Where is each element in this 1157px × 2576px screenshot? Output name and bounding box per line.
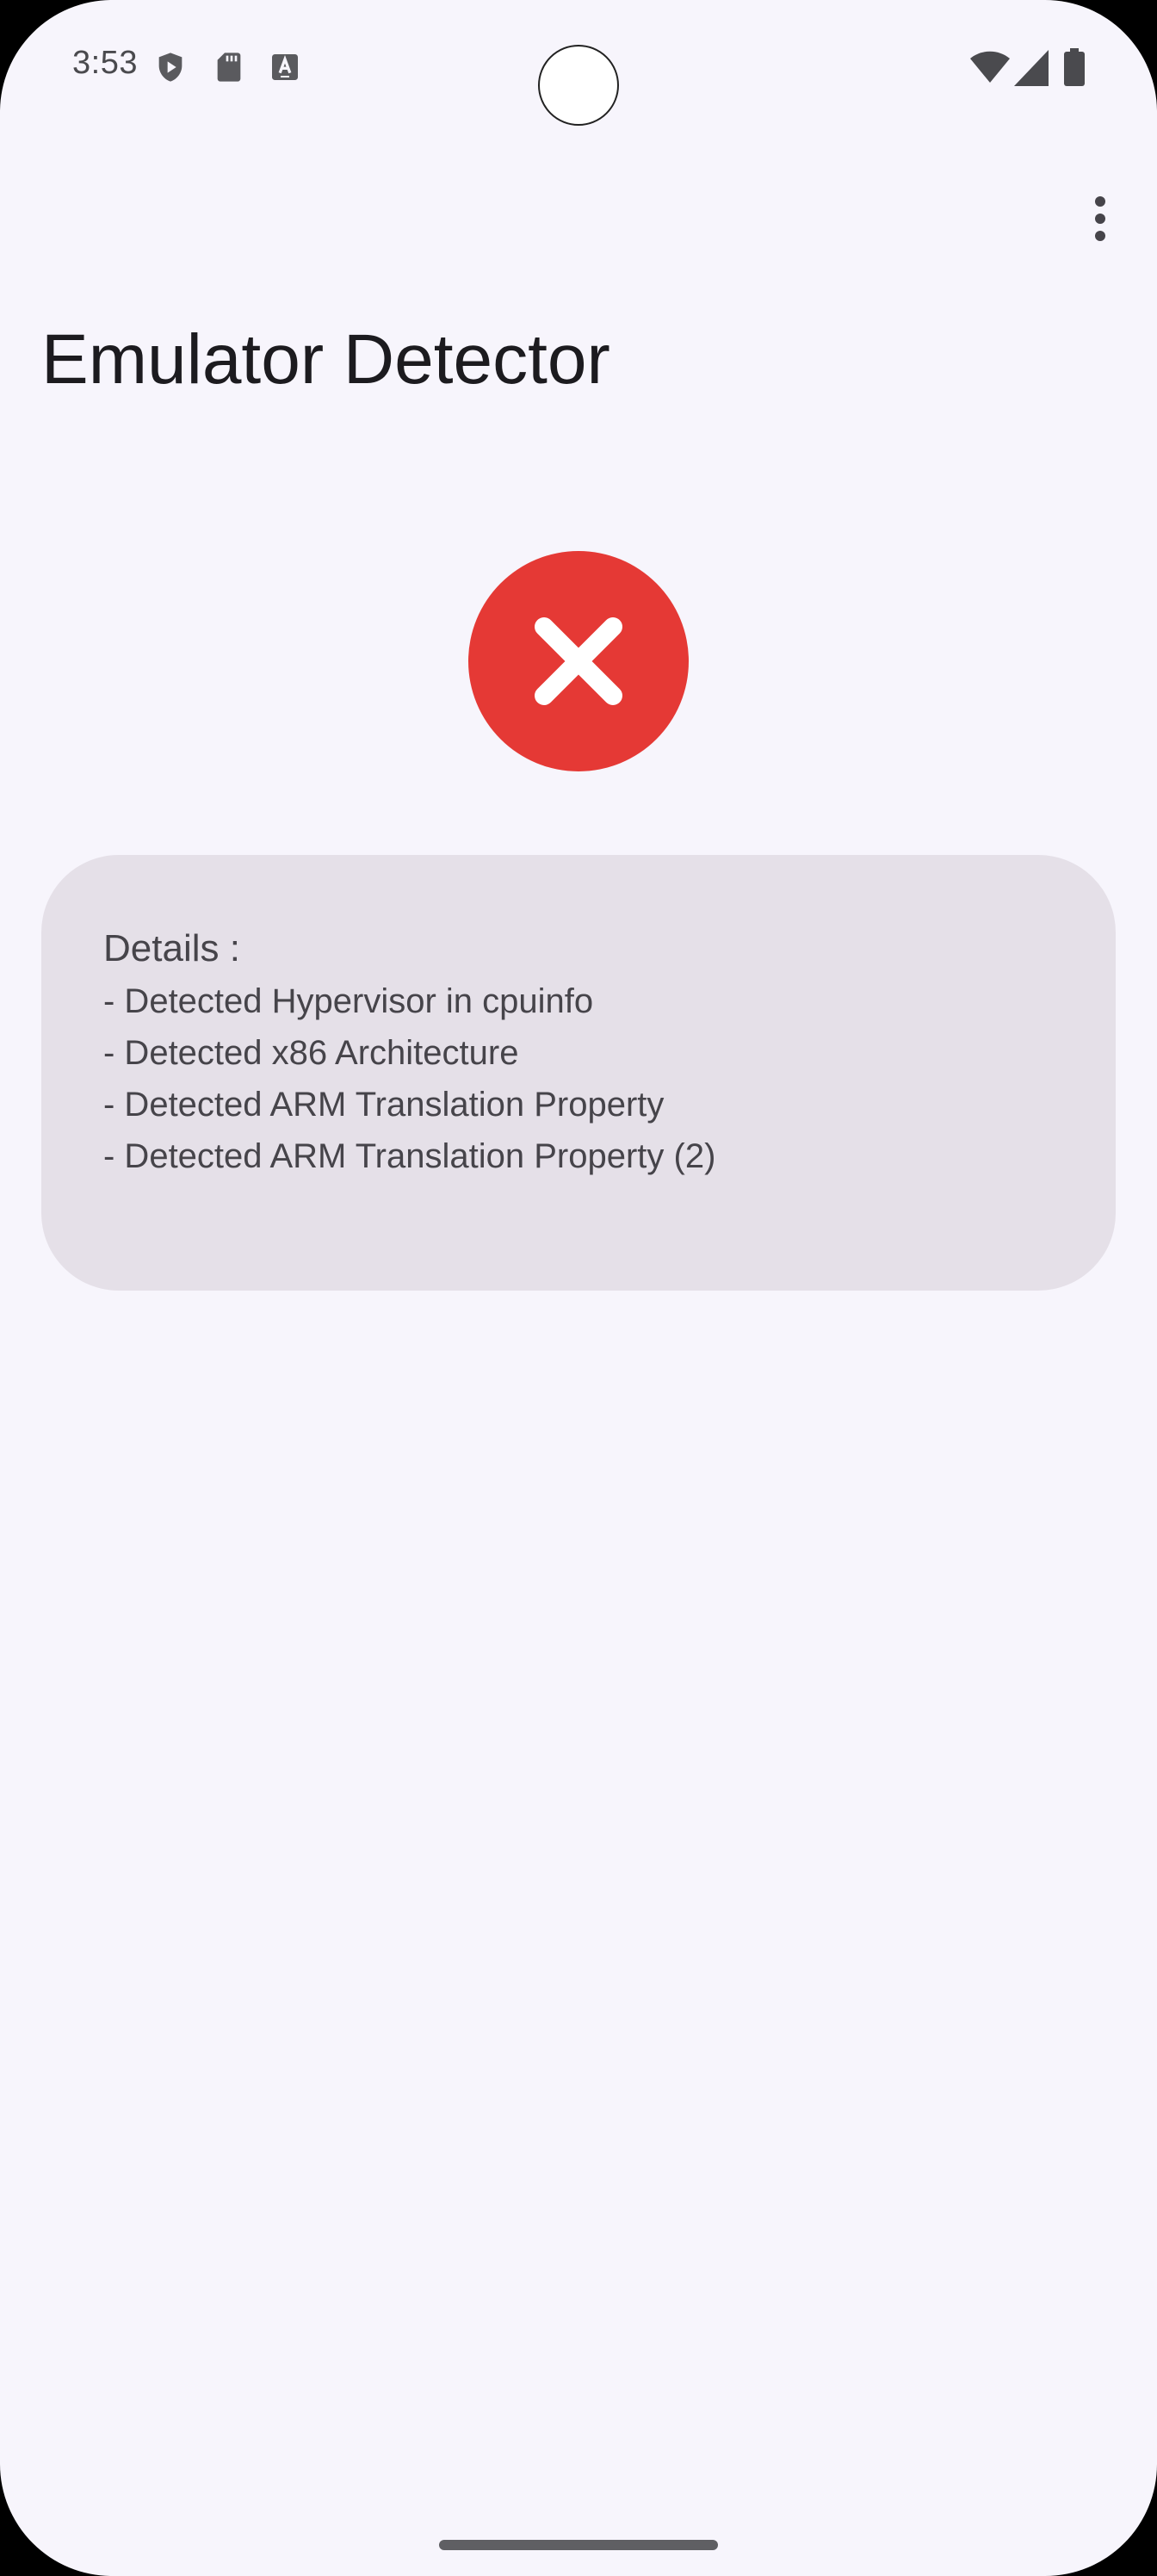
sd-card-icon [212, 50, 246, 84]
app-screen: 3:53 Emulator Detector Details: - Detec… [0, 0, 1157, 2576]
page-title: Emulator Detector [41, 320, 610, 399]
close-icon [535, 617, 622, 705]
detection-result-badge [468, 551, 689, 771]
details-line-hypervisor: - Detected Hypervisor in cpuinfo [103, 982, 594, 1020]
gesture-nav-handle[interactable] [439, 2540, 718, 2550]
details-line-arm-translation-2: - Detected ARM Translation Property (2) [103, 1137, 716, 1175]
keyboard-a-icon [268, 50, 302, 84]
details-line-arm-translation: - Detected ARM Translation Property [103, 1086, 665, 1124]
battery-icon [1064, 48, 1085, 86]
play-protect-icon [153, 50, 188, 84]
more-vert-icon[interactable] [1074, 184, 1126, 253]
details-line-x86: - Detected x86 Architecture [103, 1034, 519, 1072]
status-bar: 3:53 [0, 0, 1157, 138]
status-time: 3:53 [72, 45, 138, 81]
cell-signal-icon [1014, 50, 1049, 86]
details-heading: Details : [103, 927, 240, 969]
details-card: Details : - Detected Hypervisor in cpuin… [41, 855, 1116, 1291]
camera-cutout [538, 45, 619, 126]
wifi-icon [969, 48, 1011, 86]
